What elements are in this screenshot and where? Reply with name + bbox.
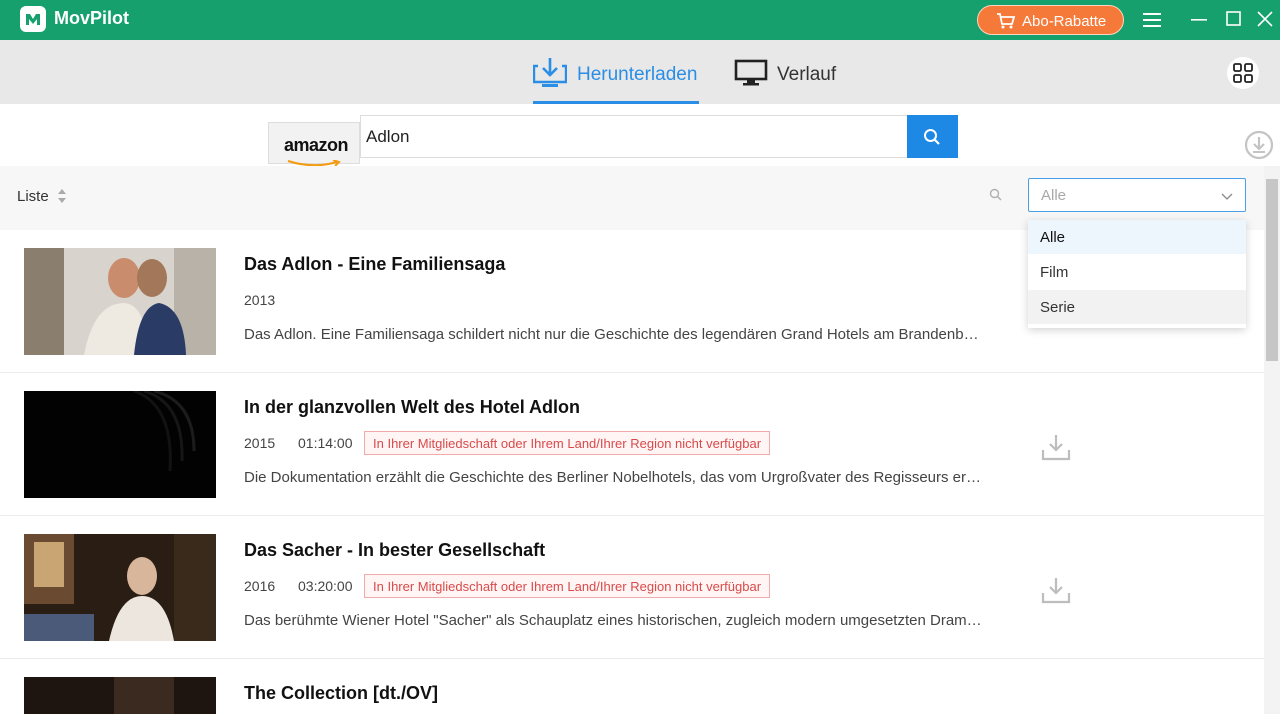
monitor-icon — [734, 59, 768, 92]
search-button[interactable] — [907, 115, 958, 158]
result-title[interactable]: Das Sacher - In bester Gesellschaft — [244, 540, 545, 561]
active-tab-indicator — [533, 101, 699, 104]
download-queue-icon[interactable] — [1243, 129, 1275, 161]
grid-view-icon[interactable] — [1227, 57, 1259, 89]
sort-icon[interactable] — [57, 188, 67, 209]
result-description: Die Dokumentation erzählt die Geschichte… — [244, 469, 984, 486]
result-description: Das Adlon. Eine Familiensaga schildert n… — [244, 326, 984, 343]
nav-bar: Herunterladen Verlauf — [0, 40, 1280, 104]
result-year: 2013 — [244, 292, 276, 308]
unavailable-badge: In Ihrer Mitgliedschaft oder Ihrem Land/… — [364, 431, 771, 455]
result-duration: 03:20:00 — [298, 578, 353, 594]
close-icon[interactable] — [1254, 9, 1276, 31]
search-input[interactable] — [360, 115, 908, 158]
unavailable-badge: In Ihrer Mitgliedschaft oder Ihrem Land/… — [364, 574, 771, 598]
result-row[interactable]: The Collection [dt./OV] — [0, 659, 1264, 714]
minimize-icon[interactable] — [1188, 9, 1210, 31]
promo-button[interactable]: Abo-Rabatte — [977, 5, 1124, 35]
result-description: Das berühmte Wiener Hotel "Sacher" als S… — [244, 612, 984, 629]
result-thumbnail — [24, 248, 216, 355]
filter-option-film[interactable]: Film — [1028, 255, 1246, 289]
result-year: 2016 — [244, 578, 276, 594]
result-thumbnail — [24, 534, 216, 641]
filter-option-serie[interactable]: Serie — [1028, 290, 1246, 324]
search-icon — [923, 128, 941, 151]
result-duration: 01:14:00 — [298, 435, 353, 451]
cart-icon — [996, 12, 1016, 34]
app-logo-icon — [20, 6, 46, 32]
download-tab-icon — [532, 56, 568, 93]
type-filter-select[interactable]: Alle — [1028, 178, 1246, 212]
filter-option-alle[interactable]: Alle — [1028, 220, 1246, 254]
result-thumbnail — [24, 391, 216, 498]
result-row[interactable]: Das Sacher - In bester Gesellschaft 2016… — [0, 516, 1264, 659]
tab-history-label: Verlauf — [777, 64, 837, 85]
service-selector[interactable]: amazon — [268, 122, 360, 167]
maximize-icon[interactable] — [1222, 9, 1244, 31]
filter-search-icon[interactable] — [989, 188, 1002, 206]
scrollbar-thumb[interactable] — [1266, 179, 1278, 361]
menu-icon[interactable] — [1141, 9, 1163, 31]
download-icon[interactable] — [1041, 433, 1071, 466]
list-sort-label: Liste — [17, 188, 49, 205]
type-filter-dropdown: Alle Film Serie — [1028, 220, 1246, 328]
amazon-logo: amazon — [284, 135, 349, 155]
app-title: MovPilot — [54, 8, 129, 28]
chevron-down-icon — [1221, 189, 1233, 207]
tab-download-label: Herunterladen — [577, 64, 698, 85]
type-filter-value: Alle — [1041, 187, 1067, 204]
title-bar: MovPilot Abo-Rabatte — [0, 0, 1280, 40]
result-title[interactable]: In der glanzvollen Welt des Hotel Adlon — [244, 397, 580, 418]
result-title[interactable]: The Collection [dt./OV] — [244, 683, 438, 704]
result-thumbnail — [24, 677, 216, 714]
result-title[interactable]: Das Adlon - Eine Familiensaga — [244, 254, 505, 275]
download-icon[interactable] — [1041, 576, 1071, 609]
result-year: 2015 — [244, 435, 276, 451]
promo-label: Abo-Rabatte — [1022, 13, 1107, 30]
result-row[interactable]: In der glanzvollen Welt des Hotel Adlon … — [0, 373, 1264, 516]
